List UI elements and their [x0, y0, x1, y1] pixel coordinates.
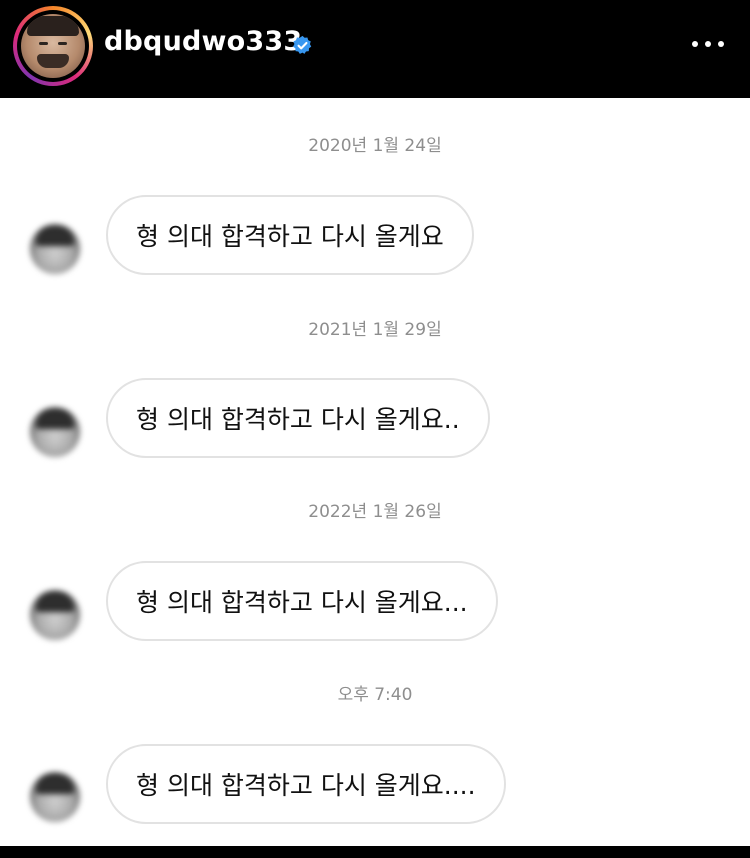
avatar-photo: [21, 14, 85, 78]
message-bubble[interactable]: 형 의대 합격하고 다시 올게요...: [106, 561, 498, 641]
message-bubble[interactable]: 형 의대 합격하고 다시 올게요: [106, 195, 474, 275]
sender-avatar[interactable]: [30, 590, 80, 640]
sender-avatar[interactable]: [30, 407, 80, 457]
sender-avatar[interactable]: [30, 772, 80, 822]
message-bubble[interactable]: 형 의대 합격하고 다시 올게요..: [106, 378, 490, 458]
message-bubble[interactable]: 형 의대 합격하고 다시 올게요....: [106, 744, 506, 824]
profile-avatar[interactable]: [13, 6, 93, 86]
avatar-border: [17, 10, 89, 82]
username[interactable]: dbqudwo333: [104, 26, 302, 57]
message-timestamp: 2022년 1월 26일: [308, 502, 442, 522]
message-timestamp: 2020년 1월 24일: [308, 136, 442, 156]
message-timestamp: 오후 7:40: [337, 685, 413, 705]
message-timestamp: 2021년 1월 29일: [308, 320, 442, 340]
chat-header: dbqudwo333: [0, 0, 750, 98]
more-options-icon[interactable]: [688, 32, 728, 56]
bottom-bar: [0, 846, 750, 858]
verified-badge-icon: [293, 35, 312, 54]
sender-avatar[interactable]: [30, 224, 80, 274]
